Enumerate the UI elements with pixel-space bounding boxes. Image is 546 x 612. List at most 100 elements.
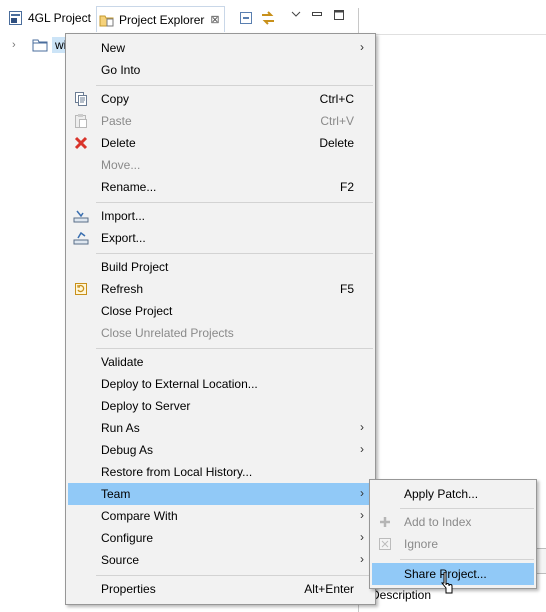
menu-item-add-to-index[interactable]: Add to Index bbox=[372, 511, 534, 533]
add-icon bbox=[377, 514, 393, 530]
menu-item-ignore[interactable]: Ignore bbox=[372, 533, 534, 555]
menu-separator bbox=[96, 85, 373, 86]
tab-4gl-project[interactable]: 4GL Project bbox=[8, 7, 91, 29]
link-with-editor-icon[interactable] bbox=[260, 10, 276, 26]
expand-twisty-icon[interactable]: › bbox=[12, 39, 24, 51]
ignore-icon bbox=[377, 536, 393, 552]
menu-item-validate[interactable]: Validate bbox=[68, 351, 373, 373]
paste-icon bbox=[73, 113, 89, 129]
menu-item-label: Refresh bbox=[101, 282, 144, 296]
menu-item-label: Copy bbox=[101, 92, 130, 106]
view-tab-bar: 4GL Project Project Explorer ⊠ bbox=[0, 0, 360, 36]
menu-item-run-as[interactable]: Run As › bbox=[68, 417, 373, 439]
menu-item-label: Team bbox=[101, 487, 131, 501]
menu-item-label: Go Into bbox=[101, 63, 141, 77]
submenu-arrow-icon: › bbox=[360, 508, 364, 522]
menu-item-label: Run As bbox=[101, 421, 140, 435]
submenu-arrow-icon: › bbox=[360, 530, 364, 544]
menu-item-label: Build Project bbox=[101, 260, 169, 274]
menu-separator bbox=[96, 575, 373, 576]
menu-item-label: Configure bbox=[101, 531, 154, 545]
close-tab-icon[interactable]: ⊠ bbox=[210, 13, 219, 26]
menu-item-properties[interactable]: Properties Alt+Enter bbox=[68, 578, 373, 600]
view-menu-icon[interactable] bbox=[290, 9, 306, 25]
menu-item-label: Properties bbox=[101, 582, 156, 596]
menu-item-shortcut: Ctrl+C bbox=[319, 92, 354, 106]
menu-item-restore-history[interactable]: Restore from Local History... bbox=[68, 461, 373, 483]
menu-item-export[interactable]: Export... bbox=[68, 227, 373, 249]
tab-project-explorer[interactable]: Project Explorer ⊠ bbox=[96, 6, 225, 32]
menu-item-configure[interactable]: Configure › bbox=[68, 527, 373, 549]
menu-item-build-project[interactable]: Build Project bbox=[68, 256, 373, 278]
menu-item-label: Export... bbox=[101, 231, 146, 245]
copy-icon bbox=[73, 91, 89, 107]
project-explorer-icon bbox=[99, 12, 115, 28]
menu-item-deploy-external[interactable]: Deploy to External Location... bbox=[68, 373, 373, 395]
menu-item-paste[interactable]: Paste Ctrl+V bbox=[68, 110, 373, 132]
menu-item-deploy-server[interactable]: Deploy to Server bbox=[68, 395, 373, 417]
menu-item-delete[interactable]: Delete Delete bbox=[68, 132, 373, 154]
menu-item-label: Close Unrelated Projects bbox=[101, 326, 234, 340]
menu-item-refresh[interactable]: Refresh F5 bbox=[68, 278, 373, 300]
mouse-pointer-icon bbox=[440, 571, 454, 594]
menu-item-label: Delete bbox=[101, 136, 136, 150]
menu-item-label: Source bbox=[101, 553, 140, 567]
collapse-all-icon[interactable] bbox=[238, 10, 254, 26]
submenu-arrow-icon: › bbox=[360, 40, 364, 54]
menu-separator bbox=[96, 253, 373, 254]
tree-row[interactable]: › wi bbox=[12, 36, 70, 54]
menu-item-compare-with[interactable]: Compare With › bbox=[68, 505, 373, 527]
menu-item-label: Compare With bbox=[101, 509, 178, 523]
submenu-arrow-icon: › bbox=[360, 420, 364, 434]
context-menu: New › Go Into Copy Ctrl+C Paste Ctrl+V D… bbox=[65, 33, 376, 605]
menu-item-team[interactable]: Team › bbox=[68, 483, 373, 505]
menu-item-label: Add to Index bbox=[404, 515, 472, 529]
menu-separator bbox=[400, 559, 534, 560]
menu-item-close-unrelated-projects[interactable]: Close Unrelated Projects bbox=[68, 322, 373, 344]
menu-item-close-project[interactable]: Close Project bbox=[68, 300, 373, 322]
menu-item-label: Restore from Local History... bbox=[101, 465, 253, 479]
delete-icon bbox=[73, 135, 89, 151]
menu-item-shortcut: Alt+Enter bbox=[304, 582, 354, 596]
tab-4gl-project-label: 4GL Project bbox=[28, 11, 91, 25]
menu-item-shortcut: F2 bbox=[339, 180, 354, 194]
menu-item-import[interactable]: Import... bbox=[68, 205, 373, 227]
menu-separator bbox=[96, 348, 373, 349]
menu-item-shortcut: Delete bbox=[319, 136, 354, 150]
menu-item-shortcut: Ctrl+V bbox=[320, 114, 354, 128]
menu-item-label: Debug As bbox=[101, 443, 154, 457]
4gl-project-icon bbox=[8, 10, 24, 26]
menu-separator bbox=[96, 202, 373, 203]
menu-item-go-into[interactable]: Go Into bbox=[68, 59, 373, 81]
tab-project-explorer-label: Project Explorer bbox=[119, 12, 205, 27]
menu-item-label: Paste bbox=[101, 114, 132, 128]
menu-item-apply-patch[interactable]: Apply Patch... bbox=[372, 483, 534, 505]
description-label: Description bbox=[371, 588, 432, 602]
menu-item-move[interactable]: Move... bbox=[68, 154, 373, 176]
menu-item-debug-as[interactable]: Debug As › bbox=[68, 439, 373, 461]
import-icon bbox=[73, 208, 89, 224]
menu-item-copy[interactable]: Copy Ctrl+C bbox=[68, 88, 373, 110]
menu-item-label: Validate bbox=[101, 355, 144, 369]
menu-item-label: Deploy to Server bbox=[101, 399, 191, 413]
menu-item-new[interactable]: New › bbox=[68, 37, 373, 59]
menu-item-label: Import... bbox=[101, 209, 146, 223]
project-folder-icon bbox=[32, 38, 48, 52]
menu-item-rename[interactable]: Rename... F2 bbox=[68, 176, 373, 198]
menu-item-label: Deploy to External Location... bbox=[101, 377, 258, 391]
menu-item-label: Ignore bbox=[404, 537, 439, 551]
refresh-icon bbox=[73, 281, 89, 297]
export-icon bbox=[73, 230, 89, 246]
menu-item-label: Move... bbox=[101, 158, 141, 172]
submenu-arrow-icon: › bbox=[360, 552, 364, 566]
menu-item-label: Close Project bbox=[101, 304, 173, 318]
menu-item-label: Apply Patch... bbox=[404, 487, 479, 501]
menu-separator bbox=[400, 508, 534, 509]
menu-item-label: Rename... bbox=[101, 180, 157, 194]
menu-item-source[interactable]: Source › bbox=[68, 549, 373, 571]
menu-item-shortcut: F5 bbox=[339, 282, 354, 296]
menu-item-label: New bbox=[101, 41, 126, 55]
maximize-icon[interactable] bbox=[333, 9, 349, 25]
minimize-icon[interactable] bbox=[311, 9, 327, 25]
right-panel-header bbox=[359, 8, 546, 35]
